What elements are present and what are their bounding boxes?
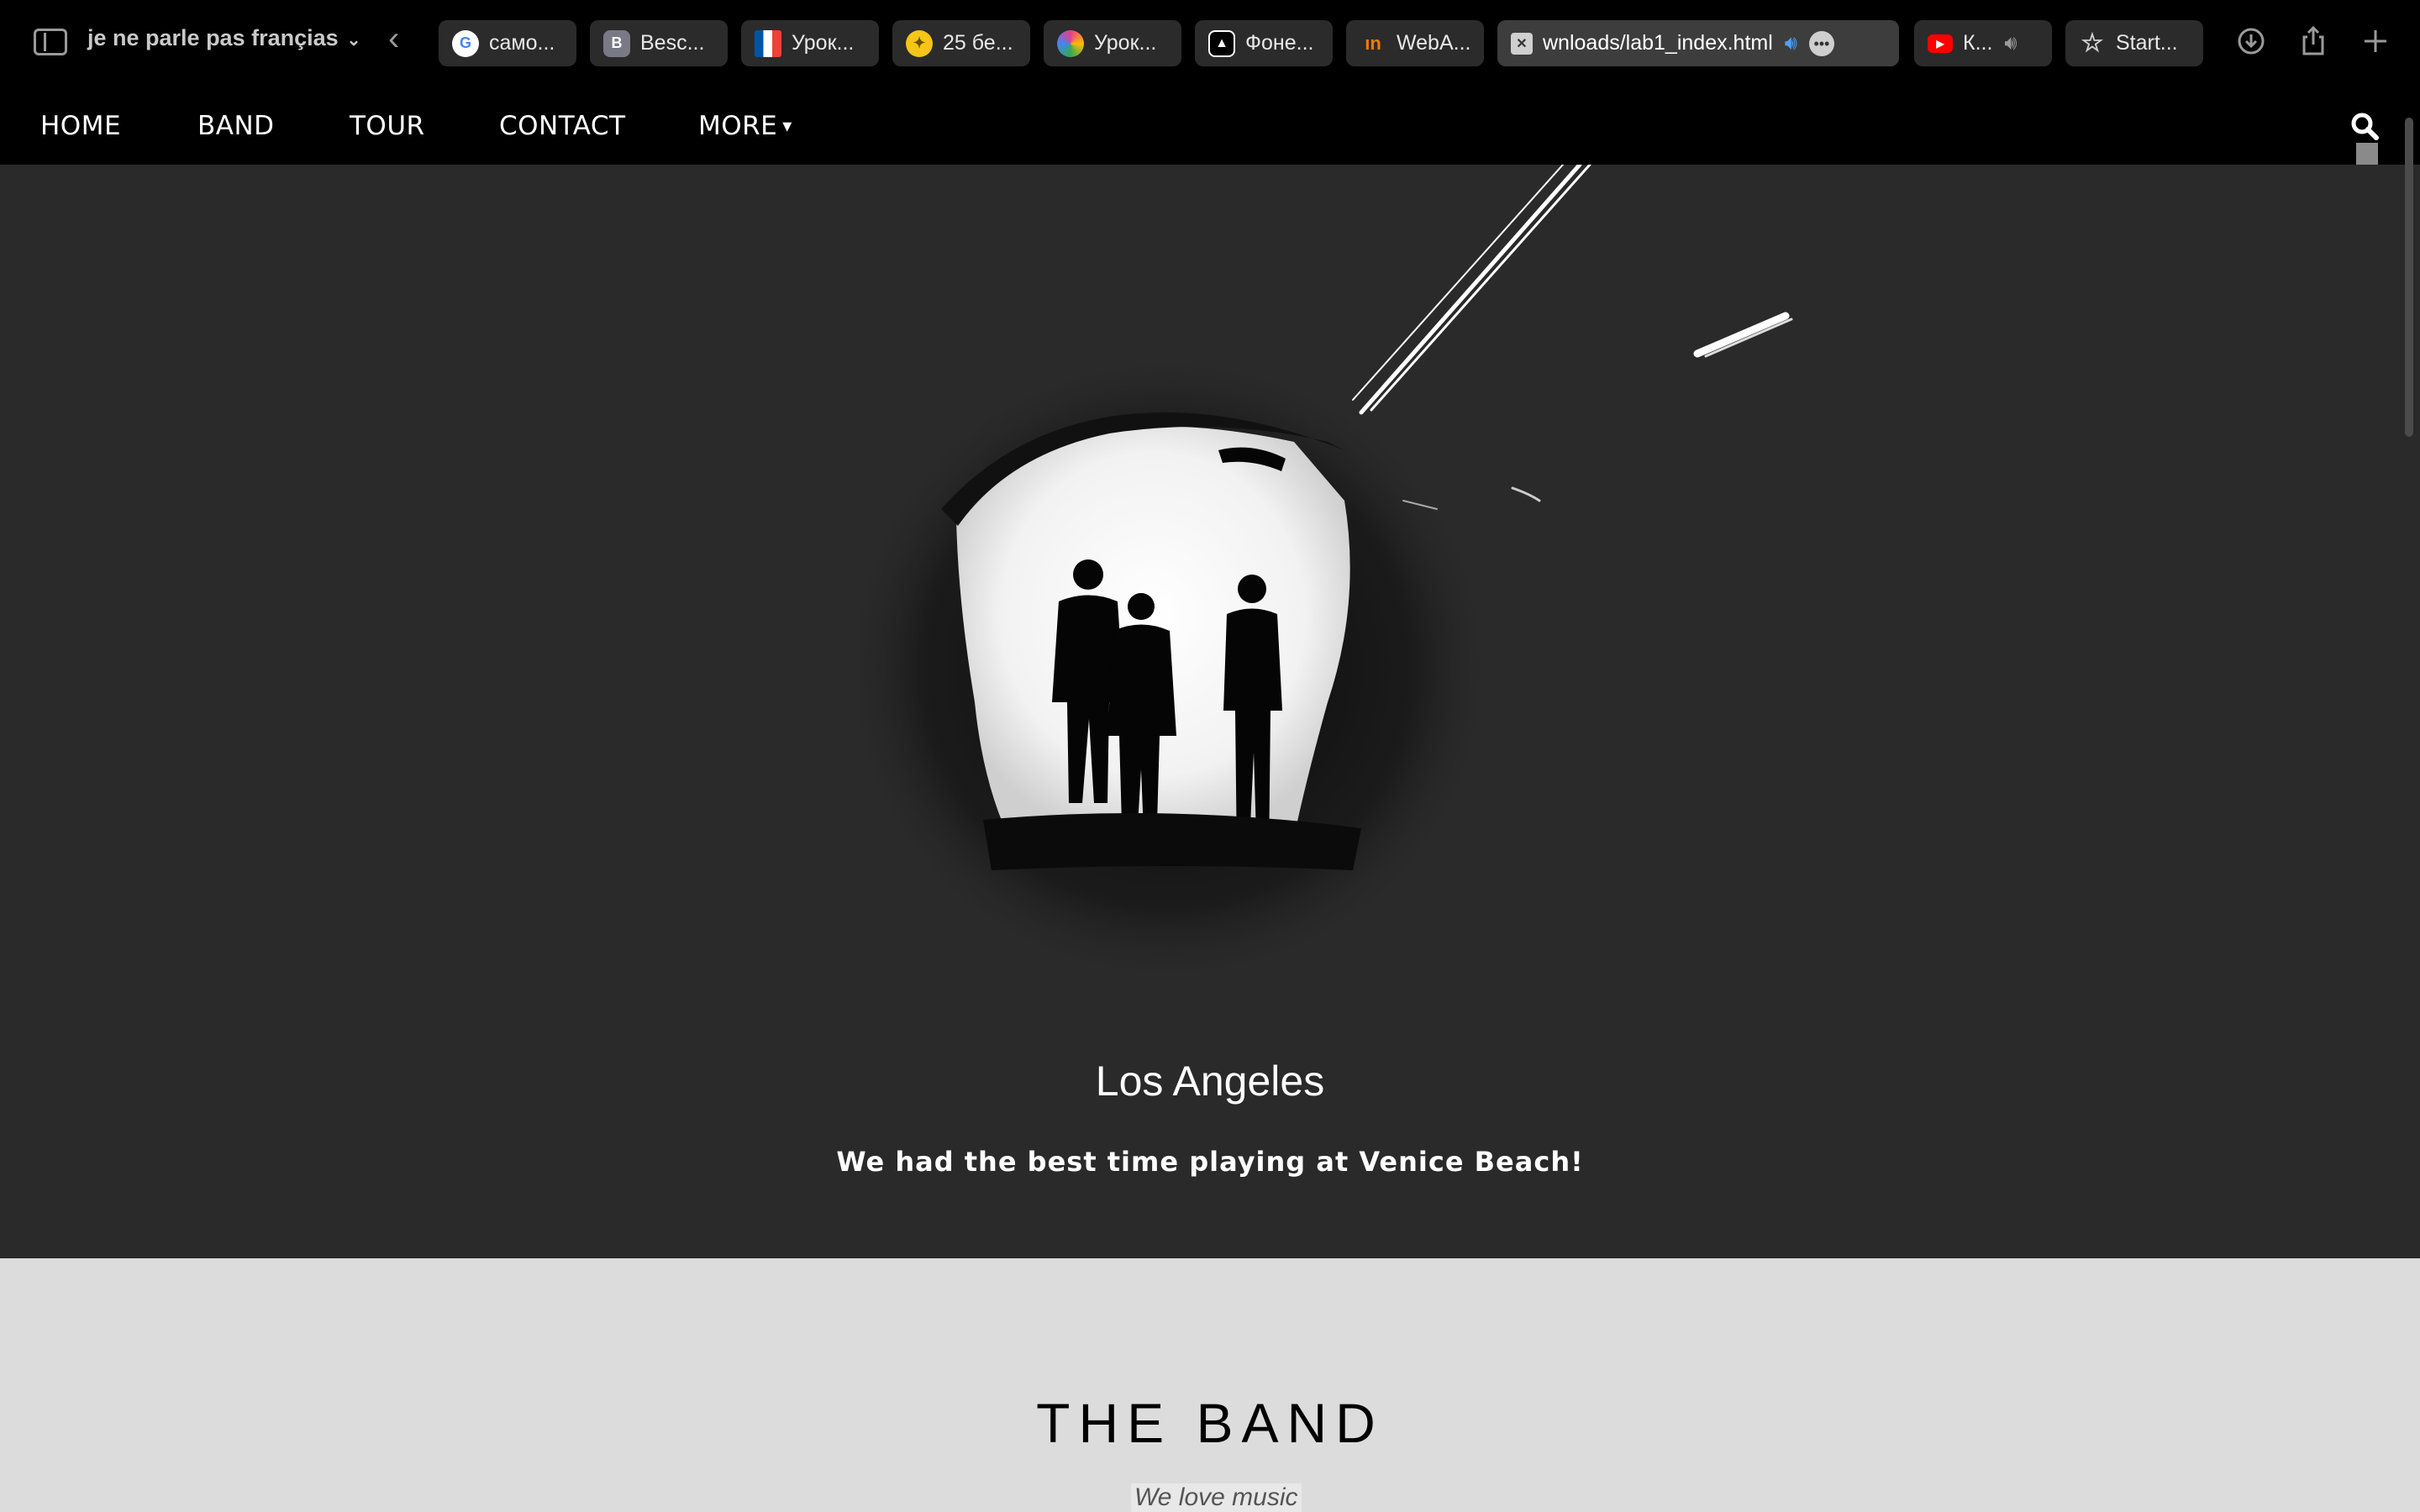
page-scrollbar[interactable]: [2405, 118, 2413, 437]
browser-tab[interactable]: Урок...: [1044, 20, 1181, 66]
french-flag-icon: [755, 29, 781, 57]
speaker-icon[interactable]: 🔊︎: [1785, 32, 1797, 55]
bulb-icon: ✦: [906, 29, 933, 57]
more-icon[interactable]: •••: [1808, 30, 1834, 56]
nav-tour[interactable]: TOUR: [350, 111, 425, 141]
triangle-a-icon: ▲: [1208, 29, 1235, 57]
browser-tab-active[interactable]: ✕ wnloads/lab1_index.html 🔊︎ •••: [1497, 20, 1899, 66]
tab-label: К...: [1963, 31, 1993, 55]
tab-group-label: je ne parle pas françias: [87, 25, 339, 50]
search-icon[interactable]: [2349, 111, 2380, 141]
nav-more-label: MORE: [698, 111, 778, 141]
youtube-icon: ▶: [1928, 34, 1953, 53]
tab-label: 25 бе...: [943, 31, 1013, 55]
tab-label: Besc...: [640, 31, 705, 55]
tab-label: WebA...: [1397, 31, 1471, 55]
in-logo-icon: ın: [1365, 32, 1381, 54]
nav-home[interactable]: HOME: [40, 111, 121, 141]
browser-tab[interactable]: Урок...: [741, 20, 879, 66]
star-icon: ☆: [2081, 29, 2104, 57]
back-icon[interactable]: ‹: [388, 22, 399, 55]
band-section-subtitle: We love music: [1131, 1483, 1302, 1512]
browser-tab[interactable]: B Besc...: [590, 20, 728, 66]
hero-title: Los Angeles: [1095, 1058, 1325, 1105]
browser-tab[interactable]: ▲ Фоне...: [1195, 20, 1333, 66]
tab-label: Урок...: [1094, 31, 1157, 55]
close-icon[interactable]: ✕: [1511, 32, 1533, 55]
browser-tab[interactable]: ▶ К... 🔊︎: [1914, 20, 2052, 66]
tab-label: само...: [489, 31, 555, 55]
nav-search-indicator: [2356, 143, 2378, 165]
tab-label: Start...: [2116, 31, 2178, 55]
nav-more-dropdown[interactable]: MORE ▾: [698, 111, 792, 141]
hero-slide: Los Angeles We had the best time playing…: [0, 165, 2420, 1258]
speaker-icon[interactable]: 🔊︎: [2004, 32, 2017, 55]
google-icon: G: [452, 29, 479, 57]
download-icon[interactable]: [2232, 22, 2270, 60]
browser-tab[interactable]: G само...: [439, 20, 576, 66]
browser-tab[interactable]: ☆ Start...: [2065, 20, 2203, 66]
band-silhouette-photo: [857, 165, 1793, 988]
tab-group-selector[interactable]: je ne parle pas françias ⌄: [87, 25, 360, 51]
pinwheel-icon: [1057, 29, 1084, 57]
site-navbar: HOME BAND TOUR CONTACT MORE ▾: [0, 86, 2420, 165]
tab-label: Урок...: [792, 31, 855, 55]
new-tab-icon[interactable]: [2356, 22, 2395, 60]
browser-tab[interactable]: ✦ 25 бе...: [892, 20, 1030, 66]
sidebar-toggle-icon[interactable]: [34, 29, 67, 55]
nav-contact[interactable]: CONTACT: [499, 111, 626, 141]
b-letter-icon: B: [603, 29, 630, 57]
band-section: THE BAND We love music: [0, 1258, 2420, 1512]
browser-toolbar: je ne parle pas françias ⌄ ‹ G само... B …: [0, 0, 2420, 86]
tab-label: Фоне...: [1245, 31, 1314, 55]
hero-text: We had the best time playing at Venice B…: [836, 1146, 1584, 1178]
chevron-down-icon: ⌄: [346, 31, 361, 50]
share-icon[interactable]: [2294, 22, 2333, 60]
band-section-title: THE BAND: [1036, 1392, 1384, 1454]
caret-down-icon: ▾: [782, 116, 792, 137]
nav-band[interactable]: BAND: [197, 111, 275, 141]
browser-tab[interactable]: ın WebA...: [1346, 20, 1484, 66]
tab-url-label: wnloads/lab1_index.html: [1543, 31, 1773, 55]
